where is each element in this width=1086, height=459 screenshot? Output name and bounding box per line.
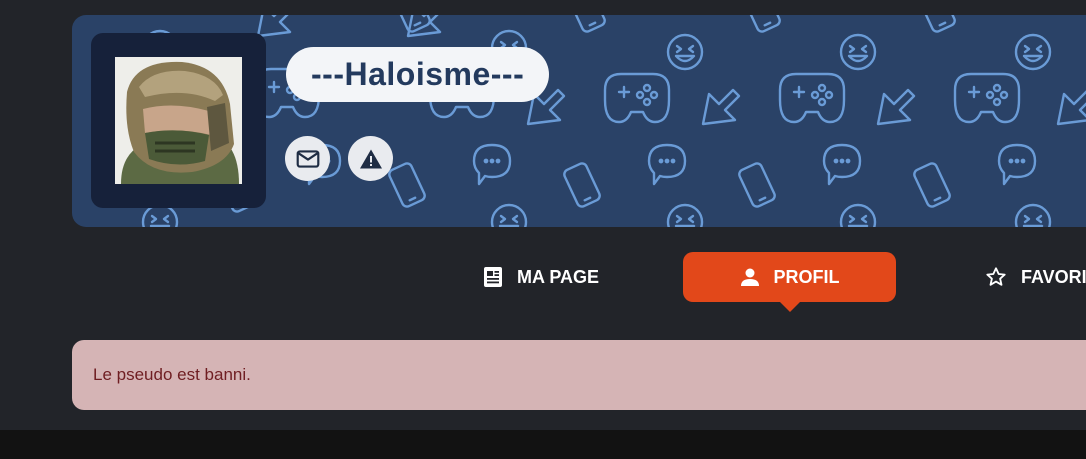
tab-label: PROFIL: [773, 266, 840, 287]
spartan-helmet-avatar: [115, 57, 242, 184]
user-icon: [740, 267, 760, 287]
profile-banner: ---Haloisme---: [72, 15, 1086, 227]
report-button[interactable]: [348, 136, 393, 181]
username-pill: ---Haloisme---: [286, 47, 550, 102]
avatar[interactable]: [115, 57, 242, 184]
ban-alert: Le pseudo est banni.: [72, 340, 1086, 410]
profile-nav: MA PAGE PROFIL FAVORIS: [0, 252, 1086, 312]
warning-icon: [359, 149, 382, 168]
tab-profil[interactable]: PROFIL: [683, 252, 896, 312]
tab-label: FAVORIS: [1021, 266, 1086, 287]
message-button[interactable]: [285, 136, 330, 181]
tab-favoris[interactable]: FAVORIS: [985, 252, 1086, 302]
bottom-strip: [0, 430, 1086, 459]
profile-page: ---Haloisme--- MA PAGE PROFIL FAVORI Le …: [0, 0, 1086, 430]
alert-message: Le pseudo est banni.: [93, 365, 251, 384]
page-icon: [483, 266, 503, 288]
avatar-frame: [91, 33, 266, 208]
tab-ma-page[interactable]: MA PAGE: [483, 252, 599, 302]
star-icon: [985, 266, 1007, 288]
username: ---Haloisme---: [311, 56, 525, 92]
tab-label: MA PAGE: [517, 266, 600, 287]
mail-icon: [296, 149, 319, 168]
